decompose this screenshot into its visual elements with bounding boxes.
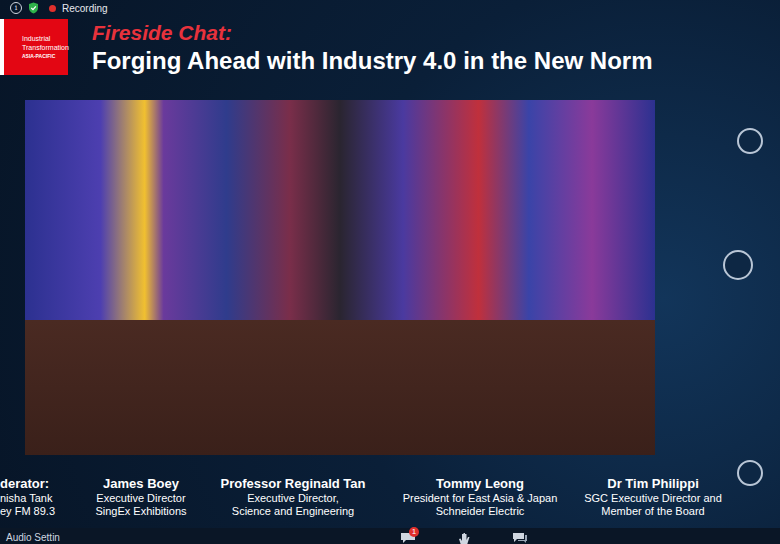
speaker-title: Executive Director, bbox=[206, 492, 380, 505]
speaker-name: Professor Reginald Tan bbox=[206, 476, 380, 492]
shield-icon[interactable] bbox=[28, 2, 39, 14]
speaker-card: James BoeyExecutive DirectorSingEx Exhib… bbox=[76, 476, 206, 528]
title-block: Fireside Chat:Forging Ahead with Industr… bbox=[68, 16, 652, 76]
speaker-name: Dr Tim Philippi bbox=[580, 476, 726, 492]
logo-text: Transformation bbox=[22, 43, 64, 52]
speaker-title: nisha Tank bbox=[0, 492, 76, 505]
audio-settings-button[interactable]: Audio Settin bbox=[0, 532, 386, 543]
toolbar-icons: 1 bbox=[386, 532, 528, 544]
info-icon[interactable]: i bbox=[10, 2, 22, 14]
speaker-card: derator:nisha Tankey FM 89.3 bbox=[0, 476, 76, 528]
speaker-name: Tommy Leong bbox=[380, 476, 580, 492]
participants-button[interactable]: 1 bbox=[400, 532, 416, 544]
speaker-title: ey FM 89.3 bbox=[0, 505, 76, 518]
logo-text: Industrial bbox=[22, 34, 64, 43]
session-kicker: Fireside Chat: bbox=[92, 20, 652, 46]
speaker-name: derator: bbox=[0, 476, 76, 492]
chat-button[interactable] bbox=[512, 532, 528, 544]
session-title: Forging Ahead with Industry 4.0 in the N… bbox=[92, 46, 652, 76]
badge-ring-icon bbox=[737, 460, 763, 486]
meeting-window: i Recording IndustrialTransformationASIA-P… bbox=[0, 0, 780, 544]
chat-icon bbox=[512, 532, 528, 544]
speaker-title: Schneider Electric bbox=[380, 505, 580, 518]
badge-ring-icon bbox=[737, 128, 763, 154]
logo-text: ASIA-PACIFIC bbox=[22, 52, 64, 60]
speaker-title: President for East Asia & Japan bbox=[380, 492, 580, 505]
recording-dot-icon bbox=[49, 5, 56, 12]
speaker-title: Member of the Board bbox=[580, 505, 726, 518]
notification-badge: 1 bbox=[409, 527, 419, 537]
speaker-name: James Boey bbox=[76, 476, 206, 492]
hand-icon bbox=[458, 532, 470, 544]
top-bar: i Recording bbox=[0, 0, 780, 16]
speaker-card: Professor Reginald TanExecutive Director… bbox=[206, 476, 380, 528]
header: IndustrialTransformationASIA-PACIFICFire… bbox=[0, 16, 780, 100]
globe-graphic bbox=[655, 100, 780, 455]
speaker-card: Tommy LeongPresident for East Asia & Jap… bbox=[380, 476, 580, 528]
speaker-card: Dr Tim PhilippiSGC Executive Director an… bbox=[580, 476, 726, 528]
speaker-title: Executive Director bbox=[76, 492, 206, 505]
event-logo: IndustrialTransformationASIA-PACIFIC bbox=[0, 19, 68, 75]
stage-row bbox=[0, 100, 780, 455]
speaker-title: SingEx Exhibitions bbox=[76, 505, 206, 518]
speaker-lower-thirds: derator:nisha Tankey FM 89.3James BoeyEx… bbox=[0, 455, 780, 528]
video-frame bbox=[25, 100, 655, 455]
raise-hand-button[interactable] bbox=[458, 532, 470, 544]
speaker-title: Science and Engineering bbox=[206, 505, 380, 518]
speaker-title: SGC Executive Director and bbox=[580, 492, 726, 505]
meeting-toolbar: Audio Settin 1 bbox=[0, 528, 780, 544]
badge-ring-icon bbox=[723, 250, 753, 280]
recording-label: Recording bbox=[62, 3, 108, 14]
